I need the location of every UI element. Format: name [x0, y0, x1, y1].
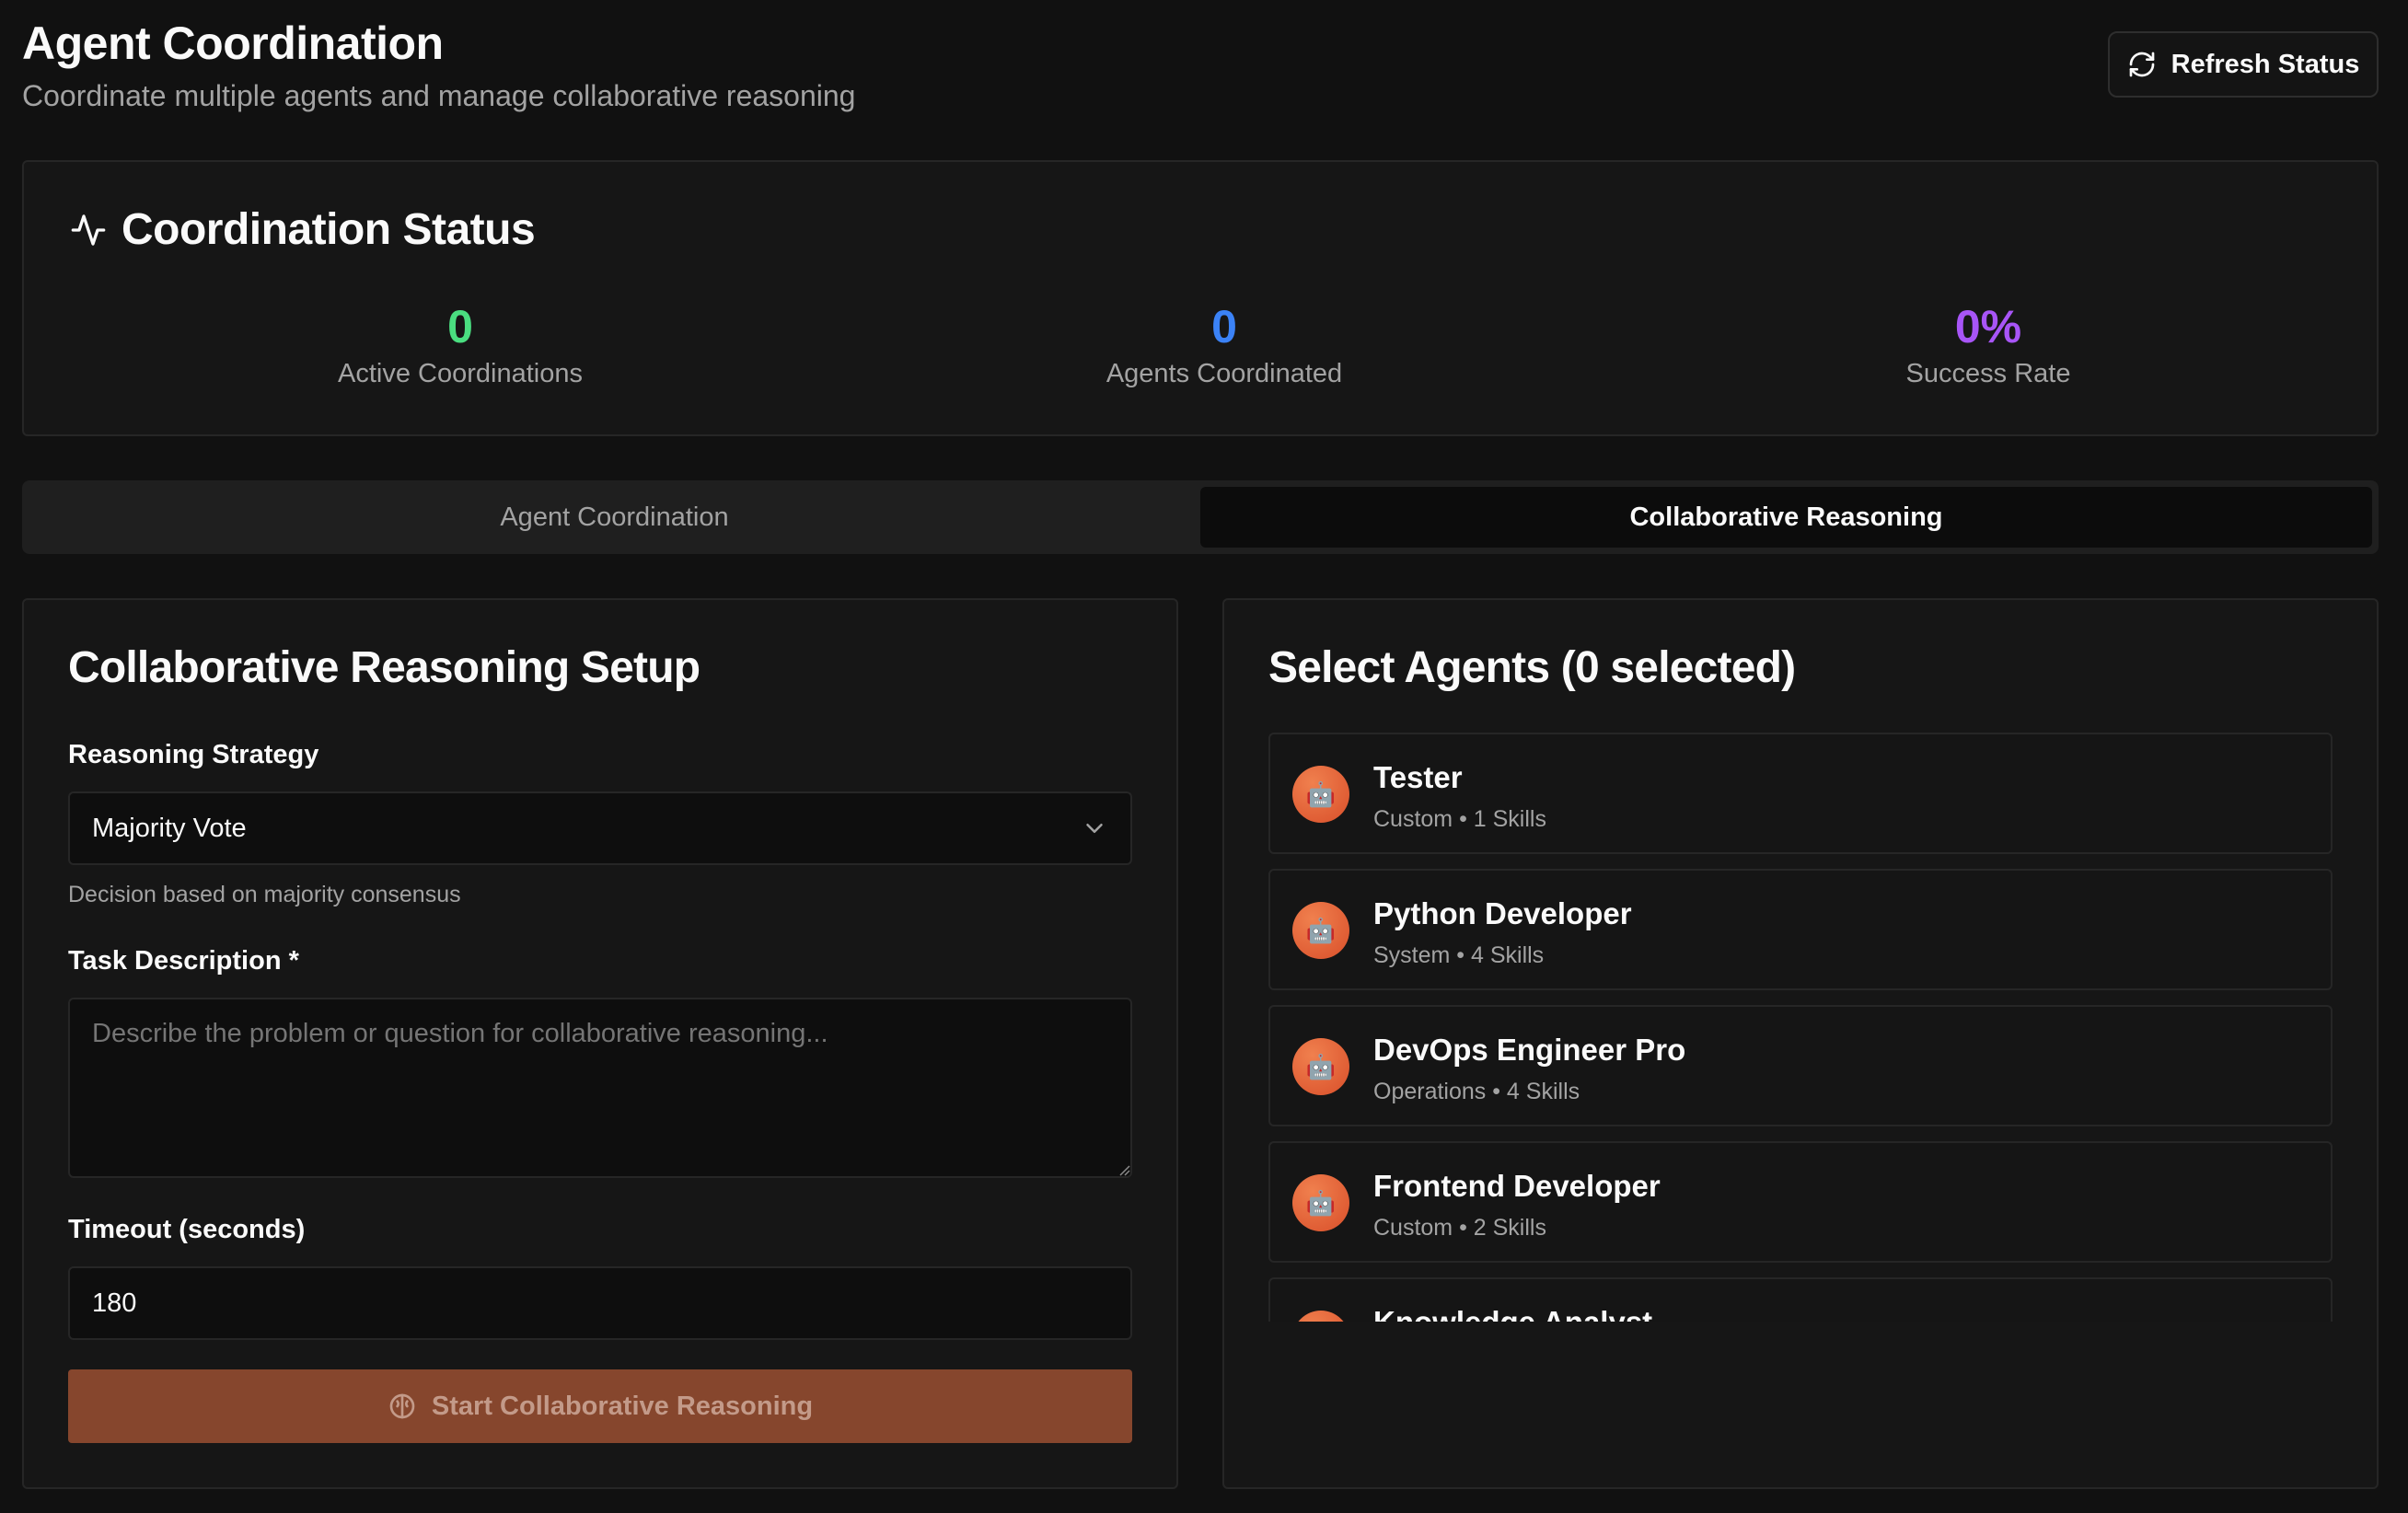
strategy-select[interactable]: Majority Vote	[68, 791, 1132, 865]
agent-name: Python Developer	[1373, 896, 1632, 930]
tab-list: Agent Coordination Collaborative Reasoni…	[22, 480, 2379, 554]
refresh-icon	[2129, 52, 2154, 77]
page-header: Agent Coordination Coordinate multiple a…	[22, 15, 855, 118]
agent-name: Tester	[1373, 760, 1463, 794]
refresh-status-label: Refresh Status	[2171, 49, 2360, 79]
refresh-status-button[interactable]: Refresh Status	[2108, 31, 2379, 98]
agent-item-devops-engineer-pro[interactable]: 🤖 DevOps Engineer Pro Operations • 4 Ski…	[1268, 1005, 2333, 1126]
strategy-value: Majority Vote	[92, 813, 247, 843]
robot-avatar-icon: 🤖	[1292, 1174, 1349, 1231]
stat-label: Success Rate	[1905, 359, 2071, 388]
agent-name: Frontend Developer	[1373, 1169, 1661, 1203]
stat-value: 0%	[1954, 301, 2022, 352]
strategy-label: Reasoning Strategy	[68, 740, 319, 769]
chevron-down-icon	[1086, 824, 1103, 833]
tab-collaborative-reasoning[interactable]: Collaborative Reasoning	[1200, 487, 2372, 548]
start-button-label: Start Collaborative Reasoning	[431, 1391, 814, 1421]
agent-meta: Operations • 4 Skills	[1373, 1079, 1580, 1104]
agent-meta: Custom • 1 Skills	[1373, 806, 1546, 832]
activity-icon	[71, 214, 106, 246]
agent-item-knowledge-analyst[interactable]: 🤖 Knowledge Analyst	[1268, 1277, 2333, 1322]
agent-item-tester[interactable]: 🤖 Tester Custom • 1 Skills	[1268, 733, 2333, 854]
stat-success-rate: 0% Success Rate	[1712, 300, 2264, 394]
stat-label: Agents Coordinated	[1106, 359, 1343, 388]
select-agents-panel: Select Agents (0 selected) 🤖 Tester Cust…	[1222, 598, 2379, 1489]
strategy-hint: Decision based on majority consensus	[68, 882, 461, 907]
agent-name: DevOps Engineer Pro	[1373, 1033, 1686, 1067]
robot-avatar-icon: 🤖	[1292, 1311, 1349, 1322]
agent-name: Knowledge Analyst	[1373, 1305, 1652, 1322]
stat-value: 0	[1211, 301, 1237, 352]
tab-agent-coordination[interactable]: Agent Coordination	[29, 487, 1200, 548]
robot-avatar-icon: 🤖	[1292, 766, 1349, 823]
agent-item-python-developer[interactable]: 🤖 Python Developer System • 4 Skills	[1268, 869, 2333, 990]
page-subtitle: Coordinate multiple agents and manage co…	[22, 79, 856, 112]
agent-meta: System • 4 Skills	[1373, 942, 1545, 968]
task-label: Task Description *	[68, 946, 299, 976]
brain-icon	[389, 1393, 415, 1419]
agent-coordination-page: Agent Coordination Coordinate multiple a…	[0, 0, 2408, 1513]
setup-title: Collaborative Reasoning Setup	[68, 643, 700, 692]
task-description-input[interactable]	[68, 998, 1132, 1178]
agent-list[interactable]: 🤖 Tester Custom • 1 Skills 🤖 Python Deve…	[1268, 733, 2333, 1322]
status-header: Coordination Status	[70, 204, 536, 255]
stat-label: Active Coordinations	[338, 359, 583, 388]
timeout-label: Timeout (seconds)	[68, 1215, 306, 1244]
stat-active-coordinations: 0 Active Coordinations	[184, 300, 736, 394]
coordination-status-card: Coordination Status 0 Active Coordinatio…	[22, 160, 2379, 436]
select-agents-title: Select Agents (0 selected)	[1268, 643, 1796, 692]
reasoning-setup-panel: Collaborative Reasoning Setup Reasoning …	[22, 598, 1178, 1489]
robot-avatar-icon: 🤖	[1292, 902, 1349, 959]
page-title: Agent Coordination	[22, 17, 444, 69]
robot-avatar-icon: 🤖	[1292, 1038, 1349, 1095]
stat-agents-coordinated: 0 Agents Coordinated	[948, 300, 1500, 394]
stat-value: 0	[447, 301, 473, 352]
agent-meta: Custom • 2 Skills	[1373, 1215, 1546, 1241]
status-title: Coordination Status	[122, 205, 536, 254]
resize-grip-icon[interactable]	[1117, 1163, 1130, 1176]
start-collaborative-reasoning-button[interactable]: Start Collaborative Reasoning	[68, 1369, 1132, 1443]
agent-item-frontend-developer[interactable]: 🤖 Frontend Developer Custom • 2 Skills	[1268, 1141, 2333, 1263]
timeout-input[interactable]	[68, 1266, 1132, 1340]
